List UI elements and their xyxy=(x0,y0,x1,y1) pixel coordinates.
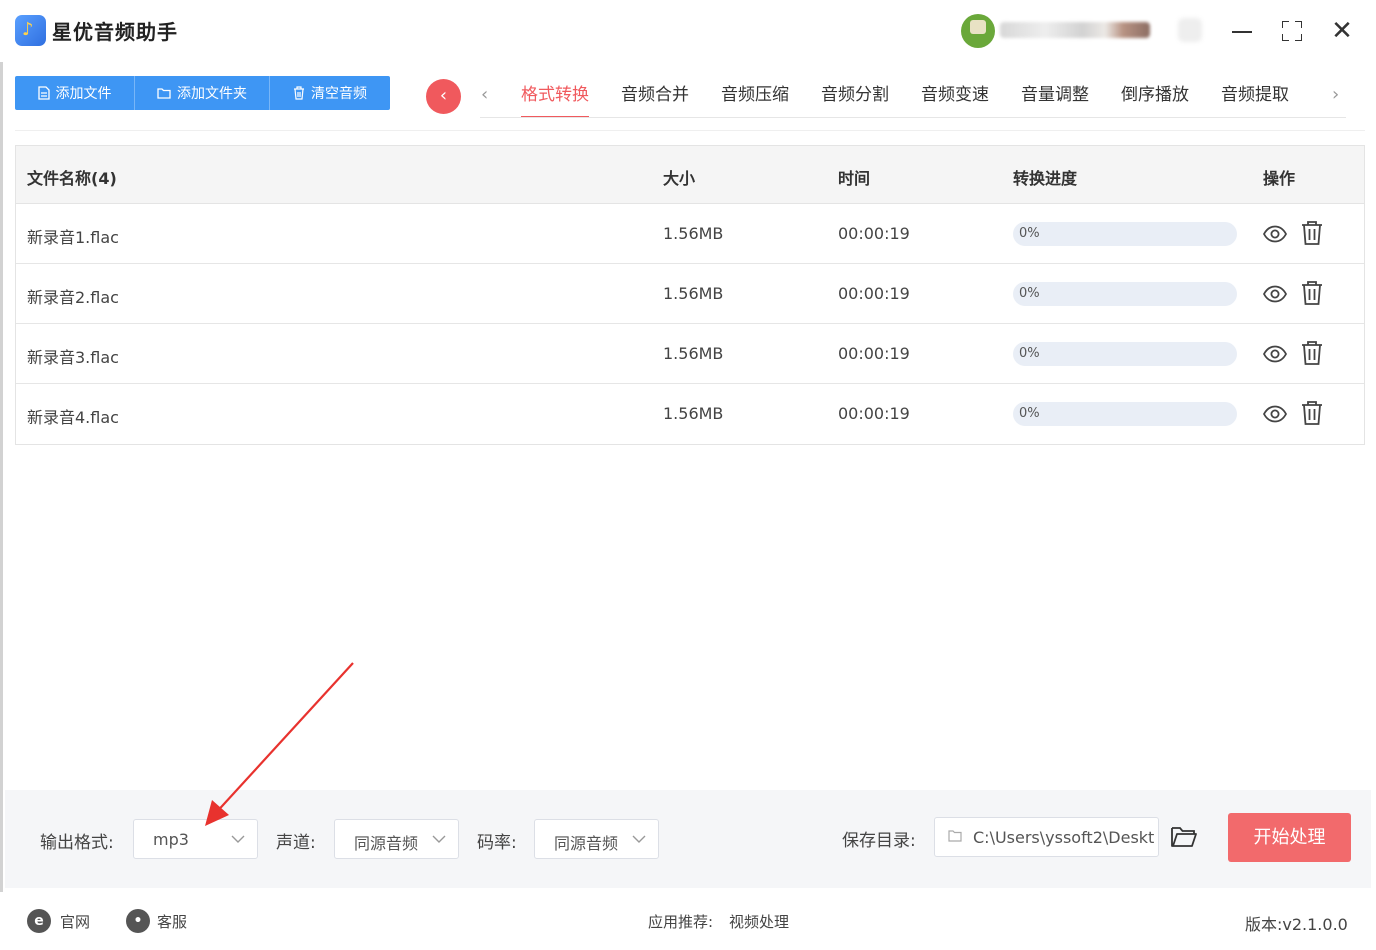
file-duration: 00:00:19 xyxy=(838,344,910,363)
chat-icon[interactable]: • xyxy=(126,909,150,933)
back-button[interactable]: ‹ xyxy=(426,79,461,114)
header-name: 文件名称(4) xyxy=(27,169,117,188)
file-size: 1.56MB xyxy=(663,404,724,423)
tab-audio-split[interactable]: 音频分割 xyxy=(805,80,905,118)
annotation-arrow xyxy=(205,662,354,826)
user-name-blurred[interactable] xyxy=(1000,22,1150,38)
start-process-button[interactable]: 开始处理 xyxy=(1228,813,1351,862)
window-edge xyxy=(0,0,3,950)
output-format-value: mp3 xyxy=(153,830,189,849)
version-text: 版本:v2.1.0.0 xyxy=(1245,915,1348,934)
save-dir-input[interactable]: C:\Users\yssoft2\Deskt xyxy=(934,817,1159,857)
tab-divider xyxy=(480,117,1346,118)
avatar[interactable] xyxy=(961,14,995,48)
folder-icon xyxy=(157,88,171,99)
skin-icon[interactable] xyxy=(1178,18,1202,42)
file-duration: 00:00:19 xyxy=(838,284,910,303)
file-name: 新录音4.flac xyxy=(27,408,119,427)
chevron-left-icon: ‹ xyxy=(439,85,448,106)
bitrate-value: 同源音频 xyxy=(554,834,619,853)
file-size: 1.56MB xyxy=(663,344,724,363)
table-row[interactable]: 新录音1.flac 1.56MB 00:00:19 0% xyxy=(16,204,1364,264)
eye-icon[interactable] xyxy=(1263,402,1287,426)
progress-text: 0% xyxy=(1019,286,1040,301)
chevron-down-icon xyxy=(231,835,245,843)
tab-volume-adjust[interactable]: 音量调整 xyxy=(1005,80,1105,118)
support-link[interactable]: 客服 xyxy=(157,911,187,932)
file-duration: 00:00:19 xyxy=(838,224,910,243)
file-table: 文件名称(4) 大小 时间 转换进度 操作 新录音1.flac 1.56MB 0… xyxy=(15,145,1365,445)
add-folder-button[interactable]: 添加文件夹 xyxy=(135,76,270,110)
progress-bar: 0% xyxy=(1013,342,1237,366)
chevron-down-icon xyxy=(632,835,646,843)
progress-bar: 0% xyxy=(1013,222,1237,246)
header-time: 时间 xyxy=(838,169,871,188)
tab-format-convert[interactable]: 格式转换 xyxy=(505,80,605,118)
progress-text: 0% xyxy=(1019,226,1040,241)
file-name: 新录音3.flac xyxy=(27,348,119,367)
add-file-button[interactable]: 添加文件 xyxy=(15,76,135,110)
chevron-left-icon[interactable]: ‹ xyxy=(481,84,488,105)
bitrate-select[interactable]: 同源音频 xyxy=(534,819,659,859)
progress-text: 0% xyxy=(1019,346,1040,361)
file-name: 新录音2.flac xyxy=(27,288,119,307)
maximize-icon[interactable] xyxy=(1277,16,1307,46)
recommend-link[interactable]: 视频处理 xyxy=(729,911,789,932)
file-size: 1.56MB xyxy=(663,284,724,303)
table-header: 文件名称(4) 大小 时间 转换进度 操作 xyxy=(16,146,1364,204)
progress-bar: 0% xyxy=(1013,402,1237,426)
folder-icon xyxy=(948,830,962,842)
app-title: 星优音频助手 xyxy=(52,20,178,44)
website-link[interactable]: 官网 xyxy=(60,911,90,932)
trash-icon[interactable] xyxy=(1300,340,1324,366)
eye-icon[interactable] xyxy=(1263,222,1287,246)
save-dir-value: C:\Users\yssoft2\Deskt xyxy=(973,828,1155,847)
header-size: 大小 xyxy=(663,169,696,188)
header-progress: 转换进度 xyxy=(1013,169,1078,188)
channel-value: 同源音频 xyxy=(354,834,419,853)
trash-icon[interactable] xyxy=(1300,220,1324,246)
tab-audio-speed[interactable]: 音频变速 xyxy=(905,80,1005,118)
close-icon[interactable]: ✕ xyxy=(1327,16,1357,46)
header-action: 操作 xyxy=(1263,169,1296,188)
chevron-down-icon xyxy=(432,835,446,843)
file-size: 1.56MB xyxy=(663,224,724,243)
tab-reverse-play[interactable]: 倒序播放 xyxy=(1105,80,1205,118)
toolbar: 添加文件 添加文件夹 清空音频 xyxy=(15,76,390,110)
chevron-right-icon[interactable]: › xyxy=(1332,84,1339,105)
progress-text: 0% xyxy=(1019,406,1040,421)
tab-audio-extract[interactable]: 音频提取 xyxy=(1205,80,1305,118)
ie-icon[interactable]: e xyxy=(27,909,51,933)
music-note-icon: ♪ xyxy=(15,15,46,46)
tab-audio-compress[interactable]: 音频压缩 xyxy=(705,80,805,118)
eye-icon[interactable] xyxy=(1263,282,1287,306)
progress-bar: 0% xyxy=(1013,282,1237,306)
tab-audio-merge[interactable]: 音频合并 xyxy=(605,80,705,118)
trash-icon[interactable] xyxy=(1300,400,1324,426)
footer: e 官网 • 客服 应用推荐: 视频处理 版本:v2.1.0.0 xyxy=(0,892,1376,950)
file-icon xyxy=(37,86,50,100)
bitrate-label: 码率: xyxy=(477,833,517,853)
function-tabs: 格式转换 音频合并 音频压缩 音频分割 音频变速 音量调整 倒序播放 音频提取 xyxy=(505,80,1305,118)
file-duration: 00:00:19 xyxy=(838,404,910,423)
minimize-icon[interactable] xyxy=(1227,16,1257,46)
recommend-label: 应用推荐: xyxy=(648,913,714,931)
eye-icon[interactable] xyxy=(1263,342,1287,366)
trash-icon[interactable] xyxy=(1300,280,1324,306)
output-format-label: 输出格式: xyxy=(40,833,114,853)
folder-open-icon[interactable] xyxy=(1170,825,1198,849)
save-dir-label: 保存目录: xyxy=(842,831,916,851)
clear-audio-button[interactable]: 清空音频 xyxy=(270,76,390,110)
table-row[interactable]: 新录音3.flac 1.56MB 00:00:19 0% xyxy=(16,324,1364,384)
add-folder-label: 添加文件夹 xyxy=(177,86,247,102)
file-name: 新录音1.flac xyxy=(27,228,119,247)
table-row[interactable]: 新录音4.flac 1.56MB 00:00:19 0% xyxy=(16,384,1364,444)
clear-audio-label: 清空音频 xyxy=(311,86,367,102)
table-row[interactable]: 新录音2.flac 1.56MB 00:00:19 0% xyxy=(16,264,1364,324)
trash-icon xyxy=(294,86,304,100)
channel-label: 声道: xyxy=(276,833,316,853)
add-file-label: 添加文件 xyxy=(55,86,112,102)
title-bar: ♪ 星优音频助手 ✕ xyxy=(0,0,1376,62)
